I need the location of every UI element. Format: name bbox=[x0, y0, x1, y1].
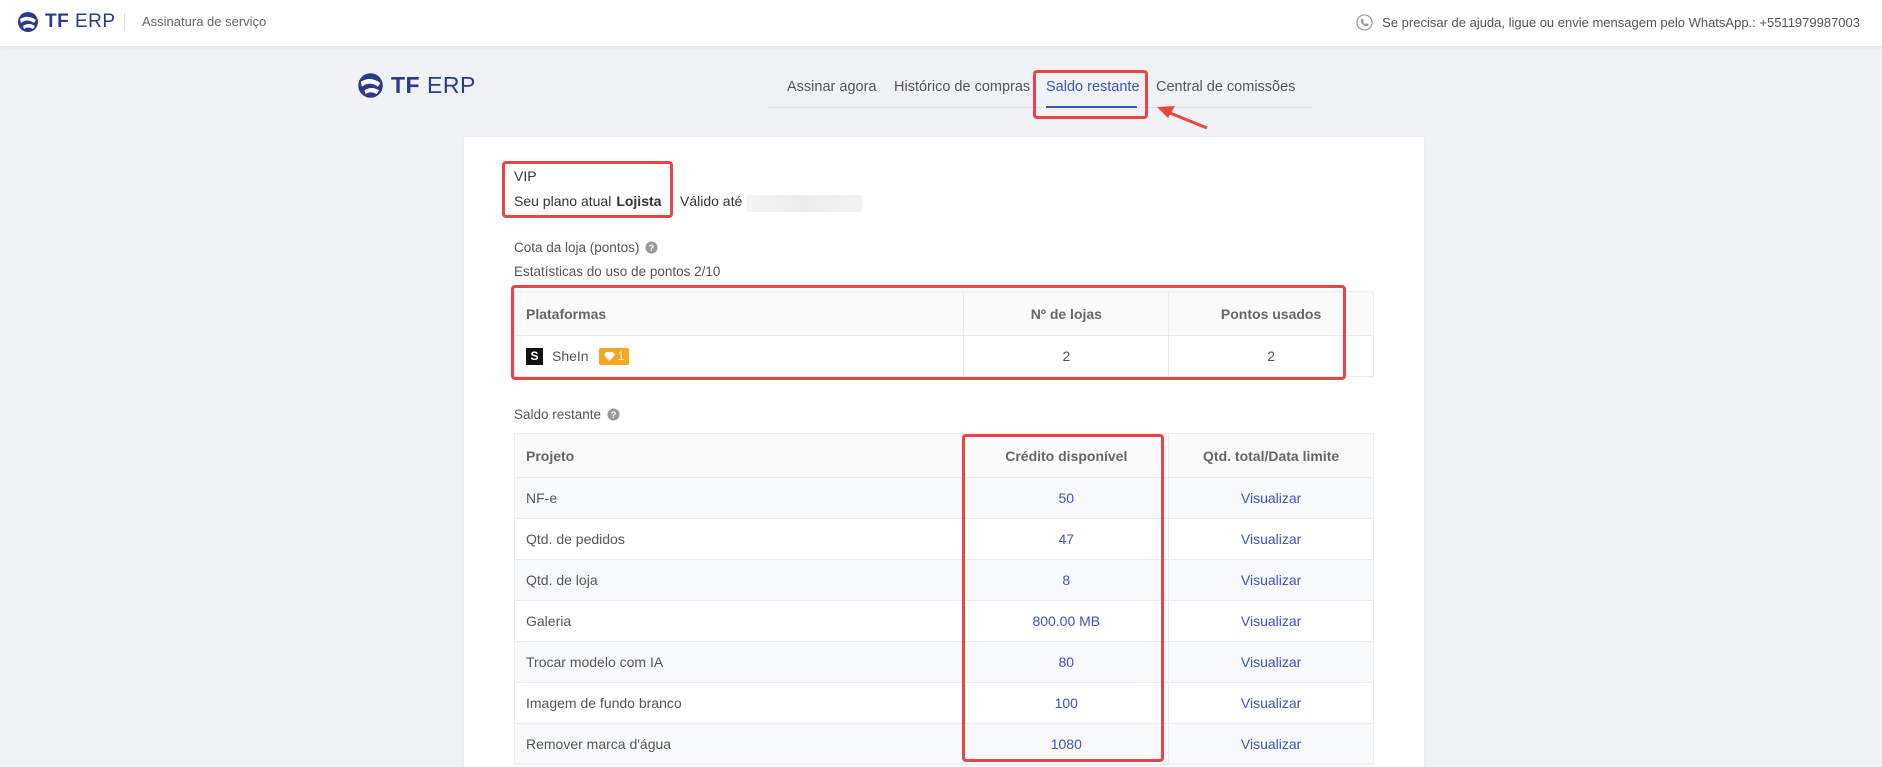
valid-until-label: Válido até bbox=[680, 193, 743, 209]
globe-logo-icon bbox=[358, 73, 383, 98]
table-row: Imagem de fundo branco 100 Visualizar bbox=[513, 682, 1374, 724]
top-bar: TF ERP Assinatura de serviço Se precisar… bbox=[0, 0, 1882, 47]
highlight-box bbox=[511, 285, 1346, 380]
svg-text:?: ? bbox=[649, 243, 655, 253]
view-link[interactable]: Visualizar bbox=[1168, 682, 1374, 724]
view-link[interactable]: Visualizar bbox=[1168, 518, 1374, 560]
highlight-box bbox=[502, 161, 673, 218]
col-header-total: Qtd. total/Data limite bbox=[1168, 433, 1374, 478]
redacted-date bbox=[747, 195, 862, 212]
table-row: Remover marca d'água 1080 Visualizar bbox=[513, 723, 1374, 765]
view-link[interactable]: Visualizar bbox=[1168, 723, 1374, 765]
quota-title: Cota da loja (pontos) ? bbox=[514, 240, 658, 255]
project-name: Qtd. de pedidos bbox=[513, 518, 965, 560]
tab-historico-de-compras[interactable]: Histórico de compras bbox=[894, 79, 1030, 95]
help-contact: Se precisar de ajuda, ligue ou envie men… bbox=[1356, 14, 1860, 31]
highlight-box bbox=[1033, 70, 1148, 119]
phone-icon bbox=[1356, 14, 1373, 31]
points-stats: Estatísticas do uso de pontos 2/10 bbox=[514, 264, 721, 279]
view-link[interactable]: Visualizar bbox=[1168, 600, 1374, 642]
tab-central-de-comissoes[interactable]: Central de comissões bbox=[1156, 79, 1295, 95]
divider bbox=[124, 13, 125, 31]
col-header-project: Projeto bbox=[513, 433, 965, 478]
tab-assinar-agora[interactable]: Assinar agora bbox=[787, 79, 876, 95]
project-name: NF-e bbox=[513, 477, 965, 519]
project-name: Remover marca d'água bbox=[513, 723, 965, 765]
table-row: Qtd. de pedidos 47 Visualizar bbox=[513, 518, 1374, 560]
balance-table: Projeto Crédito disponível Qtd. total/Da… bbox=[513, 433, 1374, 765]
help-question-icon[interactable]: ? bbox=[645, 241, 658, 254]
table-row: Trocar modelo com IA 80 Visualizar bbox=[513, 641, 1374, 683]
logo-text: TF ERP bbox=[45, 11, 116, 32]
table-row: Qtd. de loja 8 Visualizar bbox=[513, 559, 1374, 601]
balance-title: Saldo restante ? bbox=[514, 407, 620, 422]
globe-logo-icon bbox=[18, 12, 38, 32]
project-name: Qtd. de loja bbox=[513, 559, 965, 601]
table-row: Galeria 800.00 MB Visualizar bbox=[513, 600, 1374, 642]
highlight-box bbox=[962, 434, 1164, 762]
project-name: Trocar modelo com IA bbox=[513, 641, 965, 683]
annotation-arrow-icon bbox=[1157, 106, 1208, 130]
project-name: Galeria bbox=[513, 600, 965, 642]
project-name: Imagem de fundo branco bbox=[513, 682, 965, 724]
view-link[interactable]: Visualizar bbox=[1168, 559, 1374, 601]
help-question-icon[interactable]: ? bbox=[607, 408, 620, 421]
view-link[interactable]: Visualizar bbox=[1168, 641, 1374, 683]
table-row: NF-e 50 Visualizar bbox=[513, 477, 1374, 519]
main-logo: TF ERP bbox=[357, 72, 476, 99]
logo-text: TF ERP bbox=[391, 72, 476, 98]
help-text: Se precisar de ajuda, ligue ou envie men… bbox=[1382, 15, 1860, 30]
view-link[interactable]: Visualizar bbox=[1168, 477, 1374, 519]
page-subtitle: Assinatura de serviço bbox=[142, 14, 267, 29]
tf-erp-logo[interactable]: TF ERP bbox=[17, 11, 116, 33]
svg-text:?: ? bbox=[611, 410, 617, 420]
